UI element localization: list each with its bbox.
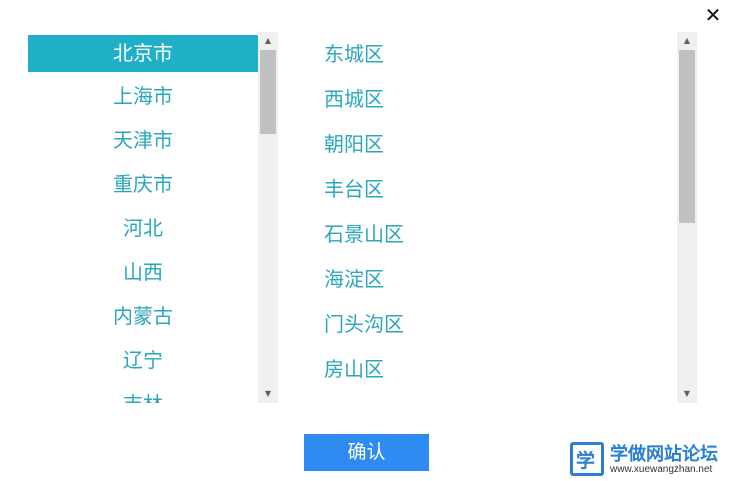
scroll-down-arrow-icon[interactable]: ▼ (677, 387, 697, 401)
scroll-thumb[interactable] (260, 50, 276, 134)
scroll-down-arrow-icon[interactable]: ▼ (258, 387, 278, 401)
watermark-logo-glyph: 学 (576, 450, 596, 472)
district-item[interactable]: 朝阳区 (300, 125, 676, 170)
close-icon[interactable]: ✕ (702, 4, 724, 26)
district-item[interactable]: 西城区 (300, 80, 676, 125)
district-item[interactable]: 丰台区 (300, 170, 676, 215)
province-scrollbar[interactable]: ▲ ▼ (258, 32, 278, 403)
district-scrollbar[interactable]: ▲ ▼ (677, 32, 697, 403)
district-item[interactable]: 石景山区 (300, 215, 676, 260)
watermark-logo-icon: 学 (570, 442, 604, 476)
confirm-button[interactable]: 确认 (304, 434, 429, 471)
district-list[interactable]: 东城区 西城区 朝阳区 丰台区 石景山区 海淀区 门头沟区 房山区 (300, 35, 676, 403)
province-item[interactable]: 天津市 (28, 122, 258, 166)
scroll-up-arrow-icon[interactable]: ▲ (677, 34, 697, 48)
province-item[interactable]: 北京市 (28, 35, 258, 72)
province-item[interactable]: 重庆市 (28, 166, 258, 210)
district-item[interactable]: 门头沟区 (300, 305, 676, 350)
province-item[interactable]: 内蒙古 (28, 298, 258, 342)
province-list[interactable]: 北京市 上海市 天津市 重庆市 河北 山西 内蒙古 辽宁 吉林 (28, 35, 258, 403)
province-item[interactable]: 山西 (28, 254, 258, 298)
province-item[interactable]: 吉林 (28, 386, 258, 403)
province-item[interactable]: 河北 (28, 210, 258, 254)
watermark-url: www.xuewangzhan.net (610, 464, 713, 475)
province-item[interactable]: 上海市 (28, 78, 258, 122)
scroll-up-arrow-icon[interactable]: ▲ (258, 34, 278, 48)
site-watermark: 学 学做网站论坛 www.xuewangzhan.net (568, 440, 730, 480)
province-item[interactable]: 辽宁 (28, 342, 258, 386)
district-item[interactable]: 海淀区 (300, 260, 676, 305)
district-item[interactable]: 房山区 (300, 350, 676, 395)
district-item[interactable]: 东城区 (300, 35, 676, 80)
scroll-thumb[interactable] (679, 50, 695, 223)
watermark-title: 学做网站论坛 (610, 444, 718, 465)
